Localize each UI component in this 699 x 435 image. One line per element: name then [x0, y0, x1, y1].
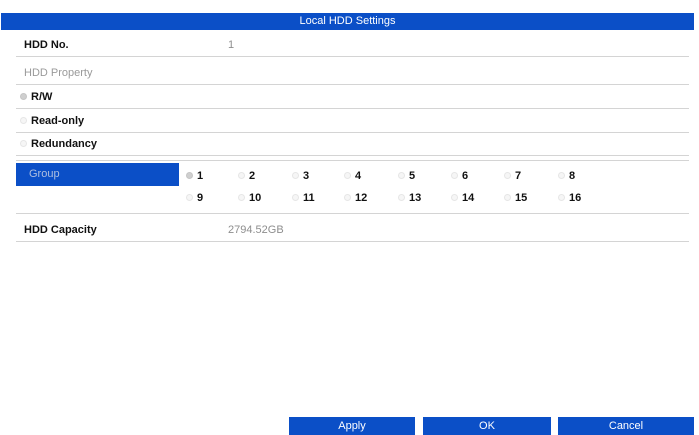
- group-option-label: 5: [409, 170, 416, 182]
- group-option-11[interactable]: 11: [292, 190, 332, 208]
- radio-dot-icon: [238, 172, 245, 179]
- radio-dot-icon: [398, 194, 405, 201]
- radio-dot-icon: [292, 172, 299, 179]
- hdd-property-row: HDD Property: [16, 63, 689, 85]
- hdd-property-option-rw-row: R/W: [16, 87, 689, 109]
- group-option-6[interactable]: 6: [451, 168, 491, 186]
- group-option-15[interactable]: 15: [504, 190, 544, 208]
- ok-button[interactable]: OK: [423, 417, 551, 435]
- group-option-label: 10: [249, 192, 262, 204]
- radio-dot-icon: [20, 93, 27, 100]
- hdd-capacity-label: HDD Capacity: [24, 224, 97, 236]
- group-option-label: 4: [355, 170, 362, 182]
- radio-dot-icon: [344, 194, 351, 201]
- radio-rw[interactable]: R/W: [20, 89, 100, 107]
- group-option-10[interactable]: 10: [238, 190, 278, 208]
- group-label: Group: [16, 163, 179, 186]
- radio-dot-icon: [451, 172, 458, 179]
- radio-dot-icon: [558, 172, 565, 179]
- radio-dot-icon: [20, 117, 27, 124]
- group-option-label: 12: [355, 192, 368, 204]
- radio-read-only-label: Read-only: [31, 115, 85, 127]
- radio-dot-icon: [186, 194, 193, 201]
- radio-dot-icon: [238, 194, 245, 201]
- radio-read-only[interactable]: Read-only: [20, 113, 120, 131]
- group-option-label: 3: [303, 170, 310, 182]
- cancel-button[interactable]: Cancel: [558, 417, 694, 435]
- hdd-capacity-row: HDD Capacity 2794.52GB: [16, 220, 689, 242]
- group-option-14[interactable]: 14: [451, 190, 491, 208]
- group-option-label: 6: [462, 170, 469, 182]
- radio-redundancy[interactable]: Redundancy: [20, 136, 130, 154]
- divider: [16, 160, 689, 161]
- hdd-no-row: HDD No. 1: [16, 35, 689, 57]
- group-option-2[interactable]: 2: [238, 168, 278, 186]
- group-option-label: 1: [197, 170, 204, 182]
- apply-button[interactable]: Apply: [289, 417, 415, 435]
- group-option-3[interactable]: 3: [292, 168, 332, 186]
- radio-dot-icon: [20, 140, 27, 147]
- radio-dot-icon: [344, 172, 351, 179]
- hdd-no-label: HDD No.: [24, 39, 69, 51]
- radio-redundancy-label: Redundancy: [31, 138, 98, 150]
- group-option-label: 13: [409, 192, 422, 204]
- radio-dot-icon: [186, 172, 193, 179]
- group-option-7[interactable]: 7: [504, 168, 544, 186]
- group-option-1[interactable]: 1: [186, 168, 226, 186]
- group-option-label: 7: [515, 170, 522, 182]
- radio-dot-icon: [398, 172, 405, 179]
- group-option-label: 8: [569, 170, 576, 182]
- group-option-label: 2: [249, 170, 256, 182]
- hdd-capacity-value: 2794.52GB: [228, 224, 284, 236]
- group-option-8[interactable]: 8: [558, 168, 598, 186]
- radio-rw-label: R/W: [31, 91, 53, 103]
- hdd-property-label: HDD Property: [24, 67, 93, 79]
- radio-dot-icon: [558, 194, 565, 201]
- group-option-label: 14: [462, 192, 475, 204]
- radio-dot-icon: [504, 194, 511, 201]
- dialog-title: Local HDD Settings: [1, 13, 694, 30]
- hdd-no-value: 1: [228, 39, 235, 51]
- group-option-4[interactable]: 4: [344, 168, 384, 186]
- radio-dot-icon: [292, 194, 299, 201]
- hdd-property-option-readonly-row: Read-only: [16, 111, 689, 133]
- group-option-label: 16: [569, 192, 582, 204]
- group-option-12[interactable]: 12: [344, 190, 384, 208]
- group-option-label: 11: [303, 192, 315, 204]
- group-option-9[interactable]: 9: [186, 190, 226, 208]
- hdd-property-option-redundancy-row: Redundancy: [16, 134, 689, 156]
- radio-dot-icon: [504, 172, 511, 179]
- group-option-label: 9: [197, 192, 204, 204]
- local-hdd-settings-dialog: Local HDD Settings HDD No. 1 HDD Propert…: [0, 0, 699, 435]
- divider: [16, 213, 689, 214]
- radio-dot-icon: [451, 194, 458, 201]
- group-option-13[interactable]: 13: [398, 190, 438, 208]
- group-option-16[interactable]: 16: [558, 190, 598, 208]
- group-option-label: 15: [515, 192, 528, 204]
- group-option-5[interactable]: 5: [398, 168, 438, 186]
